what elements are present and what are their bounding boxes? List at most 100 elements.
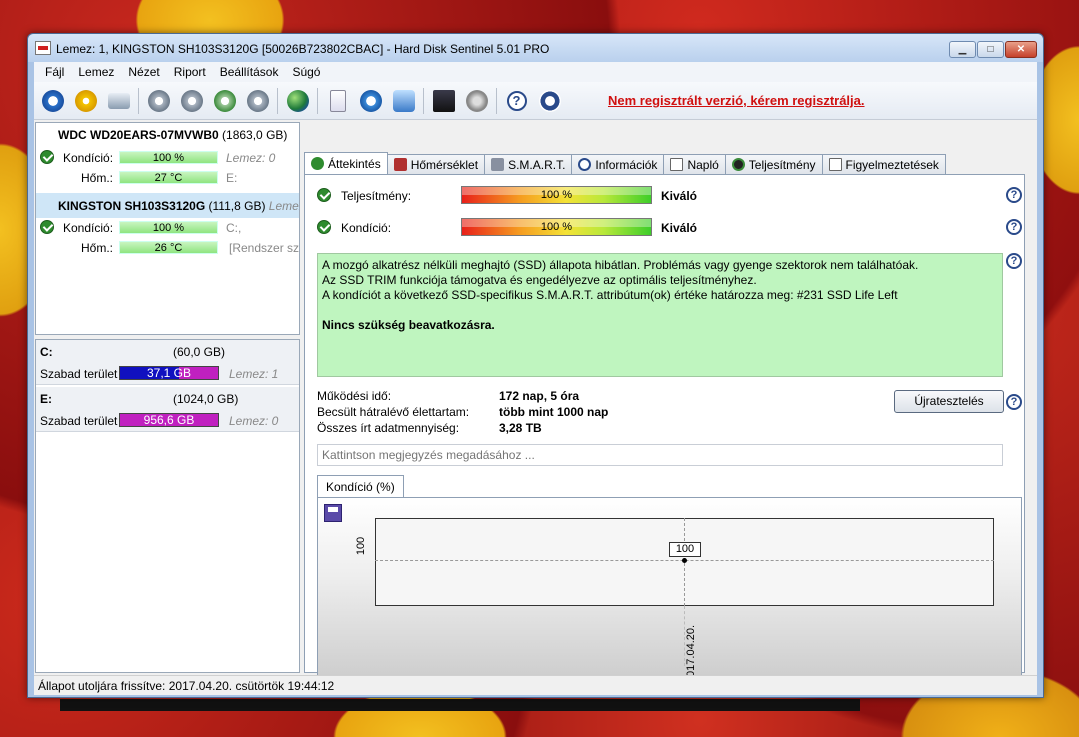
report-button[interactable] [324,87,352,115]
network-button[interactable] [390,87,418,115]
save-icon[interactable] [324,504,342,522]
status-bar: Állapot utoljára frissítve: 2017.04.20. … [34,675,1037,695]
tab-overview[interactable]: Áttekintés [304,152,388,174]
help-icon[interactable]: ? [1006,253,1022,269]
help-icon: ? [506,90,527,111]
disk-size: (111,8 GB) [208,199,266,213]
volume-item[interactable]: E: (1024,0 GB) Szabad terület 956,6 GB L… [36,387,299,432]
refresh-button[interactable] [39,87,67,115]
free-space-bar: 956,6 GB [119,413,219,427]
performance-value: 100 % [540,189,573,201]
minimize-button[interactable]: ▁ [949,41,976,58]
condition-value: 100 % [540,221,573,233]
menu-disk[interactable]: Lemez [71,65,121,79]
disk-button[interactable] [105,87,133,115]
help-button[interactable]: ? [503,87,531,115]
toolbar-separator [317,87,318,114]
volume-item[interactable]: C: (60,0 GB) Szabad terület 37,1 GB Leme… [36,340,299,385]
sound-button[interactable] [463,87,491,115]
gauge-icon [731,158,745,171]
condition-row: Kondíció: 100 % Kiváló ? [305,216,1024,238]
uptime-value: 172 nap, 5 óra [499,389,580,403]
help-icon[interactable]: ? [1006,394,1022,410]
drive-icon [107,92,130,109]
help-icon[interactable]: ? [1006,219,1022,235]
message-action: Nincs szükség beavatkozásra. [322,318,495,332]
free-space-label: Szabad terület [40,414,118,428]
report-icon [329,89,346,112]
alerts-icon [828,158,842,171]
toolbar-separator [138,87,139,114]
menu-bar: Fájl Lemez Nézet Riport Beállítások Súgó [34,62,1037,82]
temp-label: Hőm.: [81,241,114,255]
note-input[interactable] [317,444,1003,466]
tab-alerts[interactable]: Figyelmeztetések [821,154,946,174]
tab-temperature[interactable]: Hőmérséklet [386,154,486,174]
disk-number-truncated: Lemez [268,199,299,213]
toolbar-separator [496,87,497,114]
alert-button[interactable] [72,87,100,115]
menu-view[interactable]: Nézet [121,65,166,79]
tab-label: S.M.A.R.T. [508,158,566,172]
monitor-button[interactable] [430,87,458,115]
volume-size: (60,0 GB) [173,345,226,359]
retest-button[interactable]: Újratesztelés [894,390,1004,413]
temp-bar: 27 °C [119,171,218,184]
menu-report[interactable]: Riport [167,65,213,79]
disk-temp-row: Hőm.: 27 °C E: [36,169,299,187]
register-link[interactable]: Nem regisztrált verzió, kérem regisztrál… [608,93,865,108]
sync-button[interactable] [357,87,385,115]
info-icon [538,89,561,112]
disk-name: WDC WD20EARS-07MVWB0 [58,128,219,142]
written-value: 3,28 TB [499,421,542,435]
volume-disk: Lemez: 0 [229,414,279,428]
lifetime-label: Becsült hátralévő élettartam: [317,405,470,419]
check-disk-button[interactable] [211,87,239,115]
condition-label: Kondíció: [63,221,114,235]
app-icon[interactable] [35,41,51,55]
web-button[interactable] [284,87,312,115]
condition-bar: 100 % [461,218,652,236]
disk-header[interactable]: WDC WD20EARS-07MVWB0 (1863,0 GB) [36,123,299,145]
menu-settings[interactable]: Beállítások [213,65,286,79]
tab-information[interactable]: Információk [571,154,665,174]
performance-rating: Kiváló [661,189,698,203]
performance-row: Teljesítmény: 100 % Kiváló ? [305,184,1024,206]
client-area: WDC WD20EARS-07MVWB0 (1863,0 GB) Kondíci… [34,120,1037,693]
menu-help[interactable]: Súgó [285,65,327,79]
smart-icon [491,158,505,171]
surface-test-button[interactable] [178,87,206,115]
about-button[interactable] [536,87,564,115]
disk-volumes: E: [226,171,238,185]
written-label: Összes írt adatmennyiség: [317,421,460,435]
tab-smart[interactable]: S.M.A.R.T. [484,154,573,174]
performance-label: Teljesítmény: [341,189,412,203]
network-icon [392,89,415,112]
window-controls: ▁ □ ✕ [949,41,1037,58]
tab-log[interactable]: Napló [663,154,726,174]
disk-test-button[interactable] [145,87,173,115]
title-bar[interactable]: Lemez: 1, KINGSTON SH103S3120G [50026B72… [28,34,1043,62]
check-disk-icon [213,89,236,112]
maximize-button[interactable]: □ [977,41,1004,58]
disk-header-selected[interactable]: KINGSTON SH103S3120G (111,8 GB) Lemez [36,193,299,218]
ok-check-icon [317,220,331,234]
ok-check-icon [317,188,331,202]
close-button[interactable]: ✕ [1005,41,1037,58]
disk-volumes: C:, [226,221,242,235]
overview-panel: Teljesítmény: 100 % Kiváló ? Kondíció: 1… [304,174,1025,693]
ok-check-icon [311,157,324,170]
performance-bar: 100 % [461,186,652,204]
chart-tab-condition[interactable]: Kondíció (%) [317,475,404,497]
disk-list: WDC WD20EARS-07MVWB0 (1863,0 GB) Kondíci… [35,122,300,335]
temp-bar: 26 °C [119,241,218,254]
monitor-icon [432,89,455,112]
tab-performance[interactable]: Teljesítmény [724,154,823,174]
search-disk-button[interactable] [244,87,272,115]
tab-label: Figyelmeztetések [845,158,939,172]
help-icon[interactable]: ? [1006,187,1022,203]
menu-file[interactable]: Fájl [38,65,71,79]
condition-chart: 100 2017.04.20. 100 [317,497,1022,693]
toolbar-separator [277,87,278,114]
window-title: Lemez: 1, KINGSTON SH103S3120G [50026B72… [56,42,550,56]
